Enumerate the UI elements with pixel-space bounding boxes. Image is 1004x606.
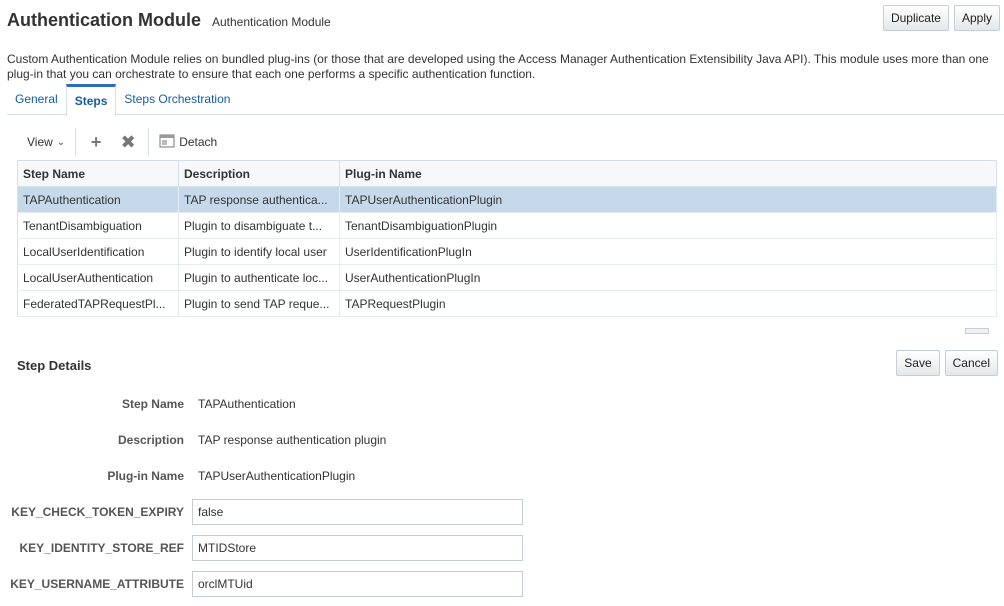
column-header-plugin-name[interactable]: Plug-in Name bbox=[339, 160, 997, 187]
cell-description: Plugin to send TAP reque... bbox=[178, 290, 340, 317]
cell-plugin-name: TenantDisambiguationPlugin bbox=[339, 212, 997, 239]
step-name-value: TAPAuthentication bbox=[198, 397, 296, 411]
param-label: KEY_CHECK_TOKEN_EXPIRY bbox=[11, 505, 184, 519]
tab-steps[interactable]: Steps bbox=[65, 84, 117, 116]
key-username-attribute-input[interactable] bbox=[192, 571, 523, 597]
tab-steps-orchestration[interactable]: Steps Orchestration bbox=[116, 84, 238, 115]
detach-label: Detach bbox=[179, 135, 218, 149]
param-label: KEY_USERNAME_ATTRIBUTE bbox=[10, 577, 184, 591]
page-subtitle: Authentication Module bbox=[211, 15, 331, 29]
cell-description: Plugin to identify local user bbox=[178, 238, 340, 265]
cell-step-name: LocalUserAuthentication bbox=[17, 264, 179, 291]
detail-row-plugin-name: Plug-in Name TAPUserAuthenticationPlugin bbox=[0, 463, 355, 489]
x-icon[interactable]: ✖ bbox=[118, 132, 138, 153]
tab-bar: General Steps Steps Orchestration bbox=[7, 84, 1004, 116]
plugin-name-value: TAPUserAuthenticationPlugin bbox=[198, 469, 356, 483]
plus-icon[interactable]: + bbox=[86, 132, 106, 153]
cell-step-name: TAPAuthentication bbox=[17, 186, 179, 213]
table-row[interactable]: LocalUserAuthentication Plugin to authen… bbox=[17, 264, 997, 291]
cell-description: Plugin to authenticate loc... bbox=[178, 264, 340, 291]
top-actions: Duplicate Apply bbox=[882, 5, 1000, 31]
table-resize-handle[interactable] bbox=[965, 328, 989, 334]
plugin-name-label: Plug-in Name bbox=[107, 469, 184, 483]
key-identity-store-ref-input[interactable] bbox=[192, 535, 523, 561]
module-description: Custom Authentication Module relies on b… bbox=[7, 52, 989, 81]
table-row[interactable]: TAPAuthentication TAP response authentic… bbox=[17, 186, 997, 213]
key-check-token-expiry-input[interactable] bbox=[192, 499, 523, 525]
table-row[interactable]: TenantDisambiguation Plugin to disambigu… bbox=[17, 212, 997, 239]
apply-button[interactable]: Apply bbox=[953, 5, 1000, 31]
cancel-button[interactable]: Cancel bbox=[944, 350, 998, 376]
param-label: KEY_IDENTITY_STORE_REF bbox=[19, 541, 184, 555]
column-header-description[interactable]: Description bbox=[178, 160, 340, 187]
cell-plugin-name: UserIdentificationPlugIn bbox=[339, 238, 997, 265]
cell-step-name: LocalUserIdentification bbox=[17, 238, 179, 265]
cell-step-name: TenantDisambiguation bbox=[17, 212, 179, 239]
table-row[interactable]: LocalUserIdentification Plugin to identi… bbox=[17, 238, 997, 265]
description-label: Description bbox=[117, 433, 184, 447]
detach-button[interactable]: Detach bbox=[149, 126, 227, 158]
param-row: KEY_IDENTITY_STORE_REF bbox=[0, 535, 523, 561]
cell-description: TAP response authentica... bbox=[178, 186, 340, 213]
page-header: Authentication Module Authentication Mod… bbox=[7, 10, 331, 31]
detail-row-description: Description TAP response authentication … bbox=[0, 427, 386, 453]
table-toolbar: View ⌄ + ✖ Detach bbox=[17, 126, 227, 158]
table-header-row: Step Name Description Plug-in Name bbox=[17, 160, 997, 187]
detail-row-step-name: Step Name TAPAuthentication bbox=[0, 391, 296, 417]
chevron-down-icon: ⌄ bbox=[56, 136, 66, 148]
page-title: Authentication Module bbox=[7, 10, 201, 30]
duplicate-button[interactable]: Duplicate bbox=[882, 5, 949, 31]
save-button[interactable]: Save bbox=[896, 350, 940, 376]
step-name-label: Step Name bbox=[121, 397, 184, 411]
view-label: View bbox=[27, 135, 53, 149]
detach-icon bbox=[159, 134, 175, 151]
description-value: TAP response authentication plugin bbox=[198, 433, 387, 447]
cell-step-name: FederatedTAPRequestPl... bbox=[17, 290, 179, 317]
param-row: KEY_USERNAME_ATTRIBUTE bbox=[0, 571, 523, 597]
cell-plugin-name: UserAuthenticationPlugIn bbox=[339, 264, 997, 291]
step-details-title: Step Details bbox=[17, 358, 92, 373]
param-row: KEY_CHECK_TOKEN_EXPIRY bbox=[0, 499, 523, 525]
steps-table: Step Name Description Plug-in Name TAPAu… bbox=[17, 160, 997, 317]
table-row[interactable]: FederatedTAPRequestPl... Plugin to send … bbox=[17, 290, 997, 317]
cell-plugin-name: TAPRequestPlugin bbox=[339, 290, 997, 317]
view-menu[interactable]: View ⌄ bbox=[17, 126, 75, 158]
column-header-step-name[interactable]: Step Name bbox=[17, 160, 179, 187]
detail-actions: Save Cancel bbox=[896, 350, 998, 376]
tab-general[interactable]: General bbox=[7, 84, 66, 115]
cell-description: Plugin to disambiguate t... bbox=[178, 212, 340, 239]
cell-plugin-name: TAPUserAuthenticationPlugin bbox=[339, 186, 997, 213]
